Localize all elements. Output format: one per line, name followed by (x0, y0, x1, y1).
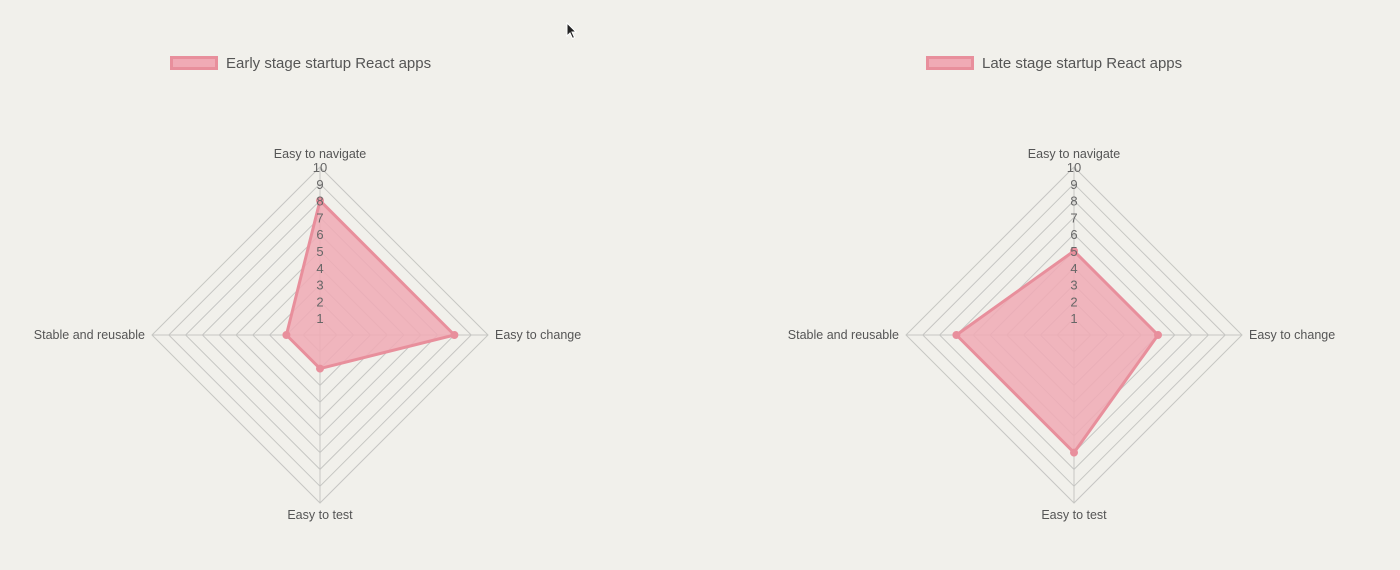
tick-label: 3 (1070, 278, 1077, 293)
tick-label: 8 (316, 194, 323, 209)
tick-label: 10 (313, 160, 327, 175)
tick-label: 10 (1067, 160, 1081, 175)
tick-label: 8 (1070, 194, 1077, 209)
tick-label: 6 (316, 227, 323, 242)
tick-label: 2 (316, 294, 323, 309)
tick-label: 9 (1070, 177, 1077, 192)
tick-label: 6 (1070, 227, 1077, 242)
data-point[interactable] (316, 364, 324, 373)
tick-label: 4 (1070, 261, 1077, 276)
tick-label: 4 (316, 261, 323, 276)
radar-plot: 12345678910Easy to navigateEasy to chang… (788, 147, 1335, 522)
radar-plot: 12345678910Easy to navigateEasy to chang… (34, 147, 581, 522)
axis-label: Easy to change (1249, 328, 1335, 342)
axis-label: Stable and reusable (34, 328, 145, 342)
mouse-cursor-icon (566, 22, 578, 40)
axis-label: Stable and reusable (788, 328, 899, 342)
tick-label: 9 (316, 177, 323, 192)
radar-chart-late-stage: Late stage startup React apps 1234567891… (754, 0, 1400, 570)
axis-label: Easy to test (1041, 508, 1107, 522)
data-point[interactable] (952, 331, 961, 339)
tick-label: 3 (316, 278, 323, 293)
tick-label: 7 (316, 210, 323, 225)
radar-chart-early-stage: Early stage startup React apps 123456789… (0, 0, 700, 570)
data-point[interactable] (450, 331, 459, 339)
data-point[interactable] (1154, 331, 1162, 339)
axis-label: Easy to navigate (1028, 147, 1120, 161)
tick-label: 7 (1070, 210, 1077, 225)
axis-label: Easy to test (287, 508, 353, 522)
data-point[interactable] (282, 331, 291, 339)
tick-label: 5 (1070, 244, 1077, 259)
series-area[interactable] (954, 249, 1160, 455)
tick-label: 2 (1070, 294, 1077, 309)
axis-label: Easy to change (495, 328, 581, 342)
data-point[interactable] (1070, 448, 1078, 457)
tick-label: 5 (316, 244, 323, 259)
axis-label: Easy to navigate (274, 147, 366, 161)
tick-label: 1 (316, 311, 323, 326)
tick-label: 1 (1070, 311, 1077, 326)
